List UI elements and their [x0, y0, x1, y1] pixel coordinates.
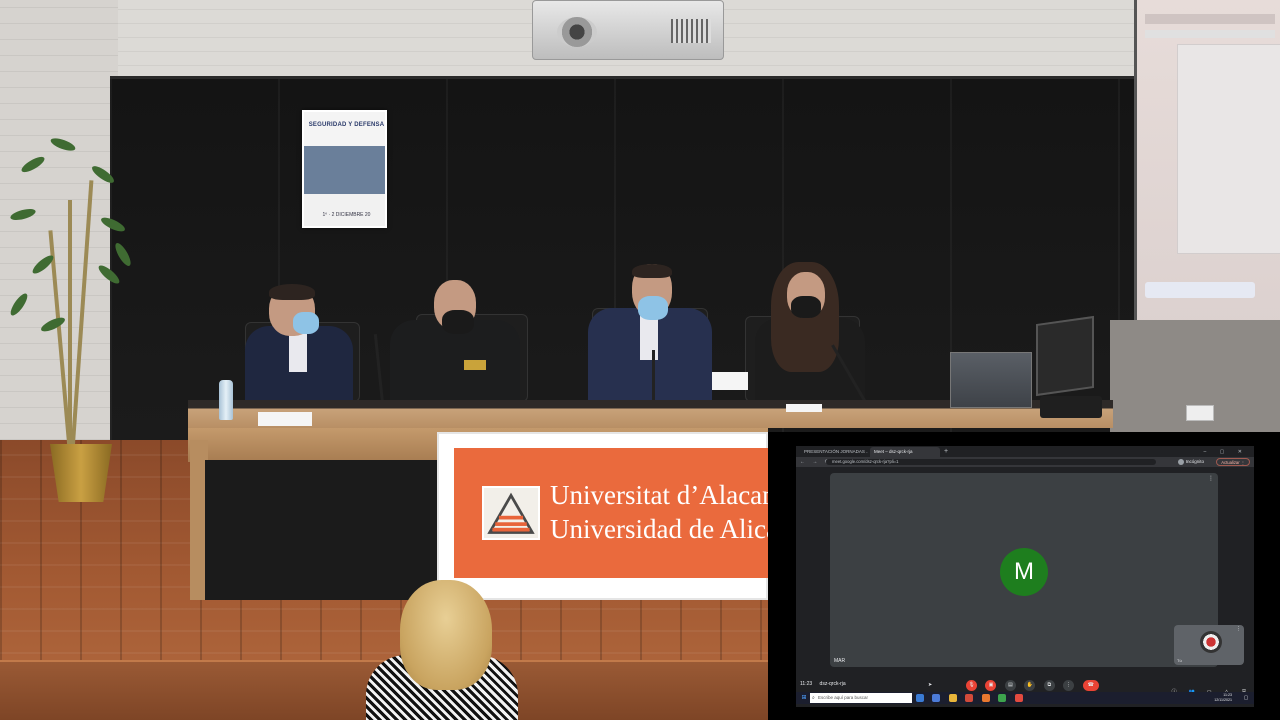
chrome-icon[interactable]: [998, 694, 1007, 702]
university-logo-icon: [482, 486, 540, 540]
task-view-icon[interactable]: [916, 694, 924, 702]
self-view-label: Tú: [1177, 658, 1182, 663]
meet-stage: ⋮ M MAR ⋮ Tú 11:23 dsz-qrck-rja ➤ 🎙 ▣ ▤ …: [796, 467, 1254, 707]
browser-addressbar: ← → ⟳ meet.google.com/dsz-qrck-rja?pli=1…: [796, 457, 1254, 467]
profile-indicator[interactable]: Incógnito: [1177, 458, 1204, 466]
laptop: [950, 352, 1032, 408]
poster-dates: 1º · 2 DICIEMBRE 20: [322, 212, 371, 218]
face-mask: [638, 296, 668, 320]
mouse-cursor-icon: ➤: [928, 682, 933, 688]
powerpoint-icon[interactable]: [965, 694, 974, 702]
projected-addressbar: [1145, 30, 1275, 38]
water-bottle: [219, 380, 233, 420]
desk-phone: [1040, 396, 1102, 418]
raise-hand-button[interactable]: ✋: [1024, 680, 1036, 691]
windows-taskbar: ⊞ ⌕ Escribe aquí para buscar 11:23 12/11…: [796, 692, 1254, 704]
banner-text-valencian: Universitat d’Alacant: [550, 480, 774, 510]
profile-avatar-icon: [1177, 458, 1184, 465]
profile-label: Incógnito: [1185, 459, 1204, 464]
update-button[interactable]: Actualizar ⋮: [1216, 458, 1250, 466]
tab-presentacion[interactable]: PRESENTACIÓN JORNADAS ...: [800, 447, 868, 457]
hair: [632, 264, 672, 278]
meet-main-controls: 🎙 ▣ ▤ ✋ ⧉ ⋮ ☎: [966, 680, 1103, 692]
event-poster: SEGURIDAD Y DEFENSA 1º · 2 DICIEMBRE 20: [302, 110, 387, 228]
video-conference-overlay: PRESENTACIÓN JORNADAS ... Meet – dsz-qrc…: [768, 432, 1280, 720]
notification-icon[interactable]: ▢: [1242, 694, 1250, 702]
panelist-2: [390, 280, 522, 410]
right-wall: [1110, 320, 1280, 440]
search-icon: ⌕: [812, 695, 815, 701]
panelist-1: [245, 284, 357, 410]
system-tray-clock[interactable]: 11:23 12/11/2021: [1214, 693, 1232, 703]
taskbar-search-input[interactable]: ⌕ Escribe aquí para buscar: [810, 693, 912, 703]
ceiling-projector: [532, 0, 724, 60]
banner-orange-field: Universitat d’Alacant Universidad de Ali…: [454, 448, 774, 578]
camera-off-button[interactable]: ▣: [985, 680, 997, 691]
wall-outlet: [1186, 405, 1214, 421]
name-card: [712, 372, 748, 390]
tab-meet[interactable]: Meet – dsz-qrck-rja: [870, 447, 940, 457]
banner-text-spanish: Universidad de Alicante: [550, 514, 774, 544]
app-icon[interactable]: [981, 694, 990, 702]
projected-tabbar: [1145, 14, 1275, 24]
medals: [464, 360, 486, 370]
participant-tile[interactable]: ⋮ M MAR: [830, 473, 1218, 667]
leave-call-button[interactable]: ☎: [1082, 680, 1099, 691]
hair: [269, 284, 315, 300]
plant-pot: [50, 444, 112, 502]
meeting-time: 11:23: [800, 681, 813, 687]
meeting-code: dsz-qrck-rja: [819, 681, 846, 687]
projection-screen: [1134, 0, 1280, 330]
document-paper: [258, 412, 312, 426]
face-mask: [791, 296, 821, 318]
panelist-4: [755, 262, 867, 408]
projected-input-bar: [1145, 282, 1255, 298]
new-tab-button[interactable]: +: [944, 447, 948, 457]
poster-title: SEGURIDAD Y DEFENSA: [308, 122, 385, 128]
widgets-icon[interactable]: [932, 694, 941, 702]
browser-tabbar: PRESENTACIÓN JORNADAS ... Meet – dsz-qrc…: [796, 446, 1254, 457]
present-screen-button[interactable]: ⧉: [1043, 680, 1055, 691]
projector-lens: [557, 17, 597, 47]
panelist-3: [588, 264, 714, 410]
projector-vent: [671, 19, 711, 43]
face-mask: [293, 312, 319, 334]
windows-start-icon[interactable]: ⊞: [800, 694, 808, 702]
projected-video: [1177, 44, 1280, 254]
audience-member-head: [400, 580, 492, 690]
taskbar-search-placeholder: Escribe aquí para buscar: [818, 695, 869, 700]
app-icon[interactable]: [1014, 694, 1023, 702]
plant-stem: [68, 200, 72, 450]
self-view-more-icon[interactable]: ⋮: [1236, 626, 1241, 632]
self-view-tile[interactable]: ⋮ Tú: [1174, 625, 1244, 665]
university-banner: Universitat d’Alacant Universidad de Ali…: [437, 432, 774, 600]
face-mask: [442, 310, 474, 334]
participant-avatar: M: [1000, 548, 1048, 596]
file-explorer-icon[interactable]: [948, 694, 957, 702]
window-controls[interactable]: – ▢ ✕: [1204, 447, 1248, 457]
monitor: [1036, 315, 1094, 397]
mic-off-button[interactable]: 🎙: [966, 680, 977, 691]
participant-name: MAR: [834, 658, 846, 664]
tray-date: 12/11/2021: [1214, 698, 1232, 702]
meeting-info: 11:23 dsz-qrck-rja: [800, 681, 846, 687]
url-field[interactable]: meet.google.com/dsz-qrck-rja?pli=1: [826, 459, 1156, 465]
document-paper: [786, 404, 822, 412]
captions-button[interactable]: ▤: [1004, 680, 1016, 691]
taskbar-apps: [916, 694, 1027, 712]
more-options-button[interactable]: ⋮: [1063, 680, 1075, 691]
self-view-video: [1200, 631, 1222, 653]
tile-more-icon[interactable]: ⋮: [1208, 475, 1214, 482]
